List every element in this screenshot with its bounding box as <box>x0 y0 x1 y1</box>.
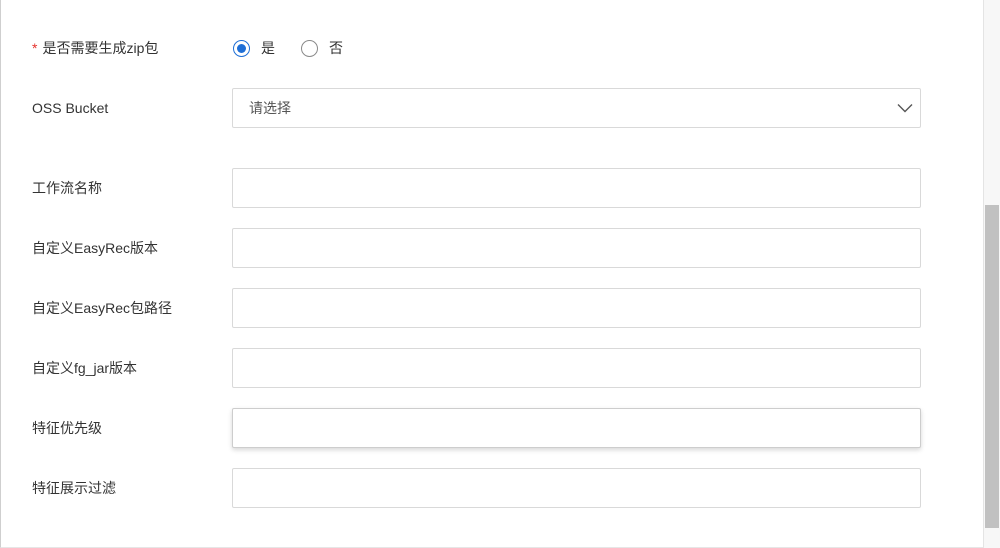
easyrec-version-row: 自定义EasyRec版本 <box>1 228 983 268</box>
zip-radio-group: 是 否 <box>233 28 343 68</box>
radio-no-circle[interactable] <box>301 39 318 57</box>
form-panel: * 是否需要生成zip包 是 否 OSS Bucket 请选择 工作流名称 自定义 <box>0 0 983 548</box>
feature-display-filter-row: 特征展示过滤 <box>1 468 983 508</box>
workflow-name-row: 工作流名称 <box>1 168 983 208</box>
zip-label: * 是否需要生成zip包 <box>32 28 158 68</box>
radio-yes-circle[interactable] <box>233 39 250 57</box>
feature-priority-label: 特征优先级 <box>32 420 102 436</box>
radio-yes[interactable]: 是 <box>233 38 275 58</box>
radio-no-label[interactable]: 否 <box>329 38 343 58</box>
feature-display-filter-label: 特征展示过滤 <box>32 480 116 496</box>
feature-priority-row: 特征优先级 <box>1 408 983 448</box>
easyrec-version-input[interactable] <box>232 228 921 268</box>
feature-display-filter-input[interactable] <box>232 468 921 508</box>
fg-jar-version-label: 自定义fg_jar版本 <box>32 360 138 376</box>
fg-jar-version-row: 自定义fg_jar版本 <box>1 348 983 388</box>
chevron-down-icon[interactable] <box>897 103 913 113</box>
vertical-scrollbar[interactable] <box>983 0 1000 548</box>
oss-bucket-label: OSS Bucket <box>32 100 109 116</box>
scrollbar-thumb[interactable] <box>985 205 999 528</box>
radio-yes-label[interactable]: 是 <box>261 38 275 58</box>
easyrec-path-row: 自定义EasyRec包路径 <box>1 288 983 328</box>
easyrec-path-label: 自定义EasyRec包路径 <box>32 300 173 316</box>
oss-bucket-row: OSS Bucket 请选择 <box>1 88 983 128</box>
easyrec-version-label: 自定义EasyRec版本 <box>32 240 159 256</box>
fg-jar-version-input[interactable] <box>232 348 921 388</box>
oss-bucket-placeholder: 请选择 <box>249 100 291 116</box>
workflow-name-input[interactable] <box>232 168 921 208</box>
feature-priority-input[interactable] <box>232 408 921 448</box>
easyrec-path-input[interactable] <box>232 288 921 328</box>
zip-label-text: 是否需要生成zip包 <box>42 40 159 56</box>
workflow-name-label: 工作流名称 <box>32 180 102 196</box>
required-mark: * <box>32 40 38 56</box>
oss-bucket-select[interactable]: 请选择 <box>232 88 921 128</box>
radio-no[interactable]: 否 <box>301 38 343 58</box>
zip-row: * 是否需要生成zip包 是 否 <box>1 28 983 68</box>
